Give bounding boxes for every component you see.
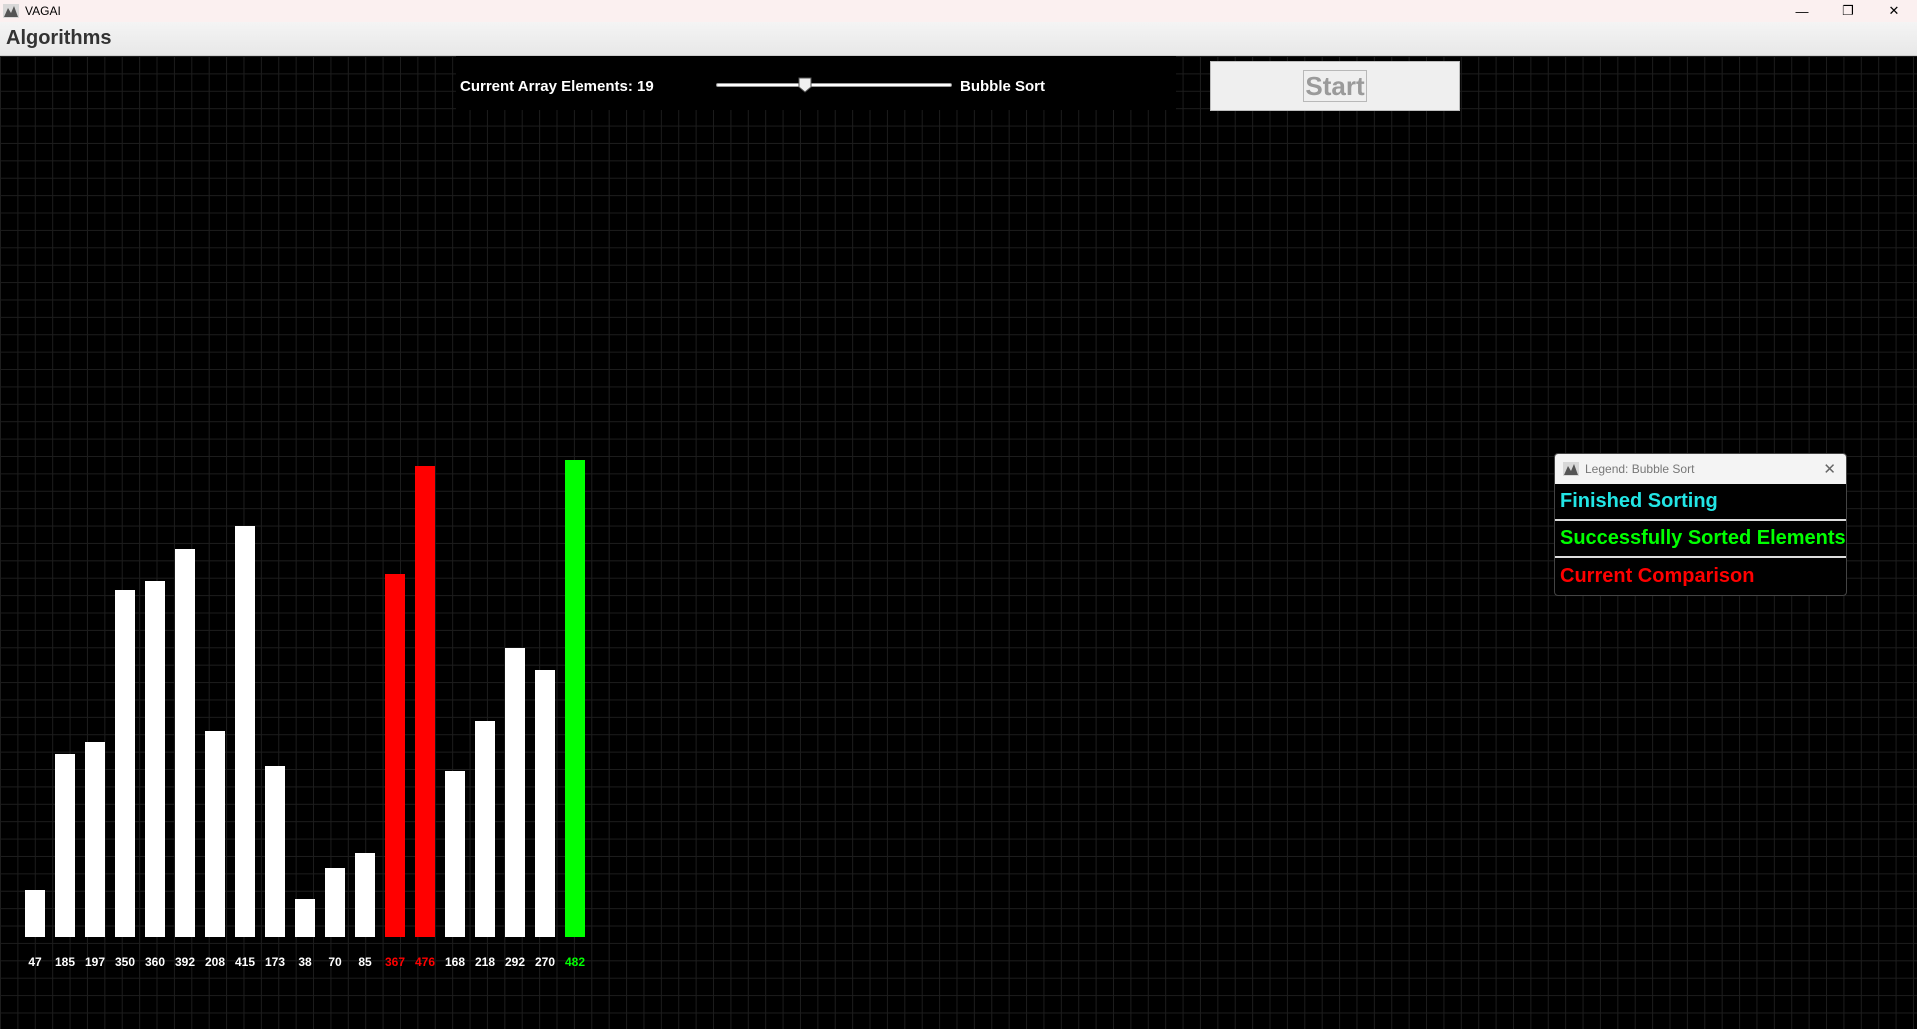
window-controls: — ❐ ✕ — [1779, 0, 1917, 22]
slider-track[interactable] — [716, 83, 952, 87]
array-size-label: Current Array Elements: 19 — [460, 78, 654, 95]
array-size-slider[interactable] — [716, 77, 952, 93]
legend-label-finished: Finished Sorting — [1560, 490, 1718, 512]
algorithm-label: Bubble Sort — [960, 78, 1045, 95]
legend-title: Legend: Bubble Sort — [1585, 462, 1695, 476]
legend-label-sorted: Successfully Sorted Elements — [1560, 527, 1846, 549]
legend-app-icon — [1563, 462, 1579, 476]
legend-close-icon[interactable]: ✕ — [1823, 460, 1836, 478]
window-title: VAGAI — [25, 4, 61, 18]
slider-thumb[interactable] — [798, 77, 812, 93]
algorithms-menu[interactable]: Algorithms — [6, 27, 112, 50]
start-button-label: Start — [1303, 70, 1367, 102]
legend-item-finished: Finished Sorting — [1555, 484, 1846, 521]
legend-label-comparison: Current Comparison — [1560, 565, 1755, 587]
window-title-bar: VAGAI — ❐ ✕ — [0, 0, 1917, 22]
legend-item-comparison: Current Comparison — [1555, 558, 1846, 595]
restore-button[interactable]: ❐ — [1825, 0, 1871, 22]
app-icon — [3, 4, 19, 18]
legend-window: Legend: Bubble Sort ✕ Finished Sorting S… — [1554, 453, 1847, 596]
legend-item-sorted: Successfully Sorted Elements — [1555, 521, 1846, 558]
start-button[interactable]: Start — [1210, 61, 1460, 111]
menu-bar: Algorithms — [0, 22, 1917, 56]
minimize-button[interactable]: — — [1779, 0, 1825, 22]
close-button[interactable]: ✕ — [1871, 0, 1917, 22]
legend-header: Legend: Bubble Sort ✕ — [1555, 454, 1846, 484]
